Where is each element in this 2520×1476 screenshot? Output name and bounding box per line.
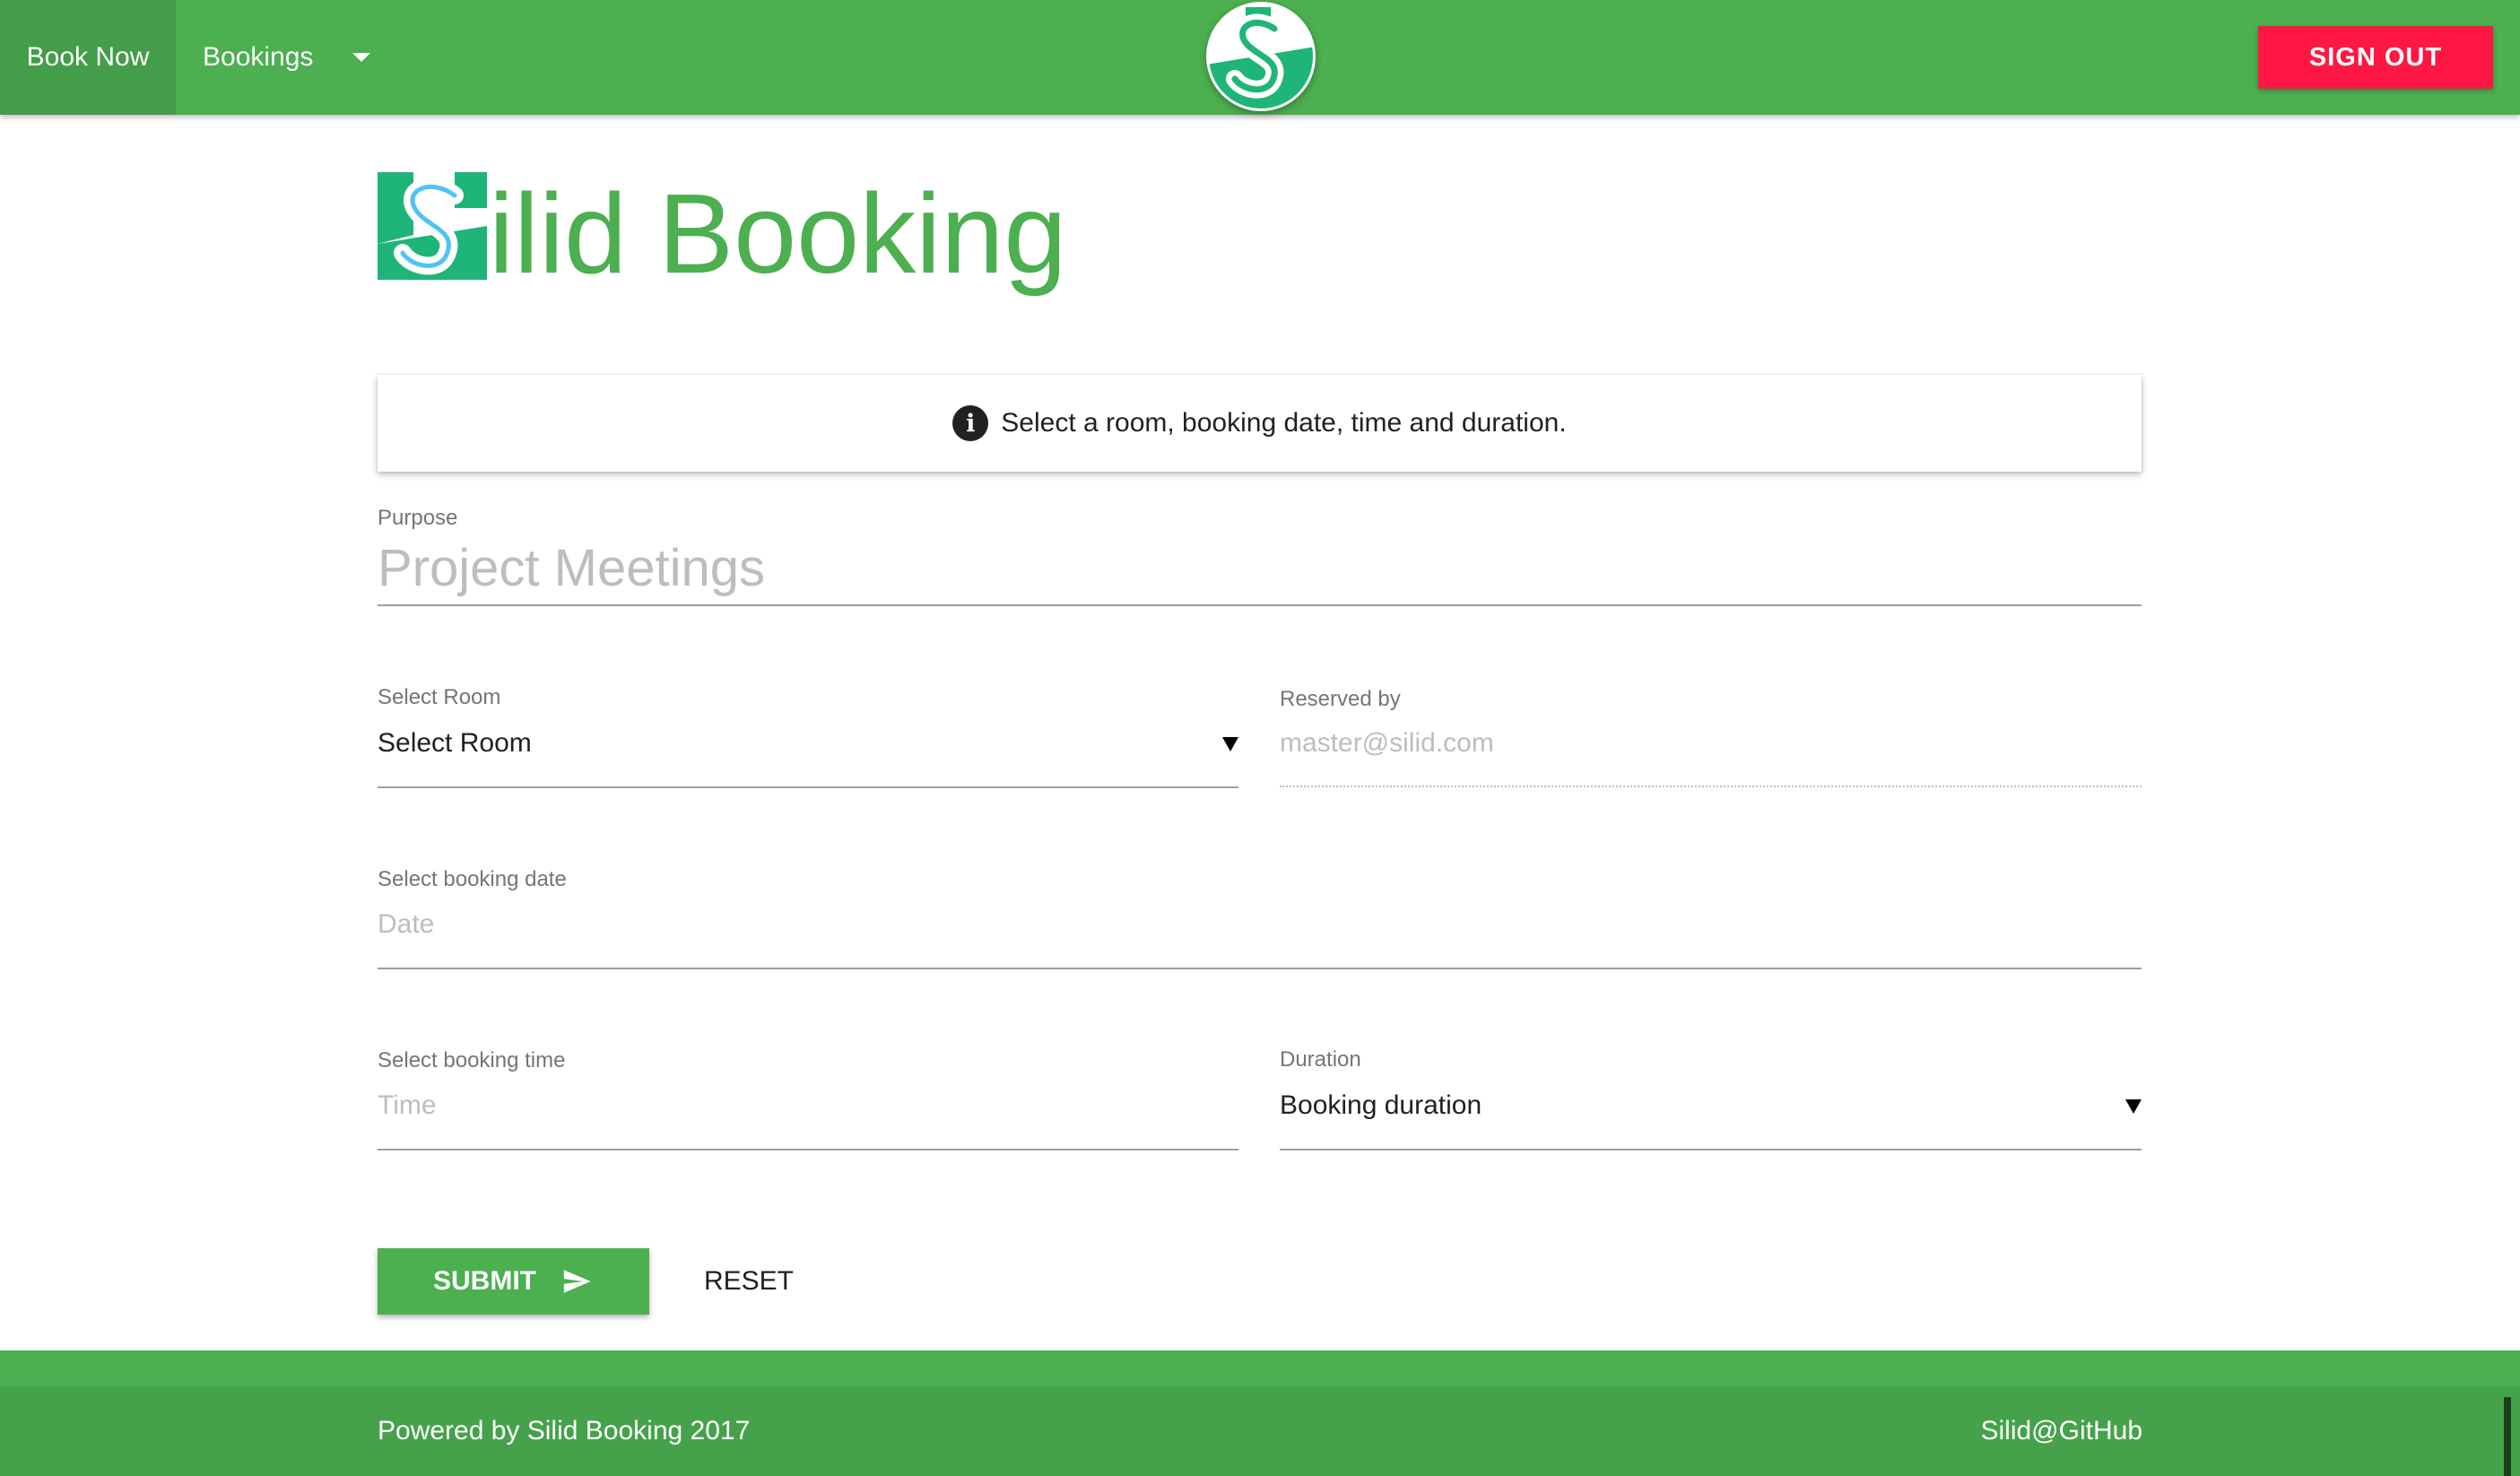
reserved-by-value: master@silid.com [1280, 728, 1494, 758]
info-message: Select a room, booking date, time and du… [1001, 408, 1567, 438]
time-underline [378, 1149, 1238, 1150]
duration-select[interactable]: Duration Booking duration [1280, 1046, 2142, 1151]
nav-book-now[interactable]: Book Now [0, 0, 176, 115]
footer-powered-by: Powered by Silid Booking 2017 [378, 1416, 751, 1446]
info-card: i Select a room, booking date, time and … [378, 375, 2142, 472]
scrollbar-thumb[interactable] [2504, 1397, 2511, 1476]
submit-button[interactable]: SUBMIT [378, 1248, 649, 1315]
date-underline [378, 968, 2142, 969]
purpose-input[interactable]: Project Meetings [378, 538, 765, 598]
footer-band [0, 1350, 2520, 1386]
top-navbar: Book Now Bookings SIGN OUT [0, 0, 2520, 115]
room-select[interactable]: Select Room Select Room [378, 683, 1238, 789]
dropdown-arrow-icon[interactable] [2125, 1099, 2142, 1114]
purpose-underline [378, 604, 2142, 606]
booking-time-field[interactable]: Select booking time Time [378, 1046, 1238, 1151]
footer: Powered by Silid Booking 2017 Silid@GitH… [0, 1386, 2520, 1476]
duration-select-value[interactable]: Booking duration [1280, 1090, 1482, 1121]
dropdown-arrow-icon[interactable] [1222, 737, 1238, 751]
duration-underline [1280, 1149, 2142, 1150]
nav-bookings-label: Bookings [203, 42, 314, 72]
purpose-label: Purpose [378, 506, 458, 530]
reset-button[interactable]: RESET [691, 1248, 807, 1315]
reserved-by-underline [1280, 786, 2142, 787]
room-underline [378, 786, 1238, 788]
silid-s-logo-icon [378, 172, 487, 280]
send-icon [563, 1270, 591, 1293]
room-label: Select Room [378, 685, 501, 709]
room-select-value[interactable]: Select Room [378, 728, 532, 759]
date-input[interactable]: Date [378, 909, 434, 940]
booking-date-label: Select booking date [378, 867, 567, 891]
duration-label: Duration [1280, 1047, 1361, 1072]
booking-date-field[interactable]: Select booking date Date [378, 864, 2142, 970]
nav-book-now-label: Book Now [26, 42, 150, 72]
page-title: ilid Booking [489, 170, 1067, 297]
time-input[interactable]: Time [378, 1090, 437, 1121]
footer-github-link[interactable]: Silid@GitHub [1980, 1386, 2142, 1476]
sign-out-button[interactable]: SIGN OUT [2258, 26, 2493, 89]
nav-bookings-dropdown[interactable]: Bookings [176, 0, 400, 115]
purpose-field[interactable]: Purpose Project Meetings [378, 502, 2142, 608]
booking-time-label: Select booking time [378, 1048, 566, 1072]
reserved-by-field: Reserved by master@silid.com [1280, 683, 2142, 789]
submit-label: SUBMIT [433, 1266, 536, 1296]
caret-down-icon [352, 53, 371, 62]
info-icon: i [952, 405, 989, 441]
silid-logo-icon[interactable] [1206, 2, 1316, 111]
reserved-by-label: Reserved by [1280, 687, 1401, 711]
